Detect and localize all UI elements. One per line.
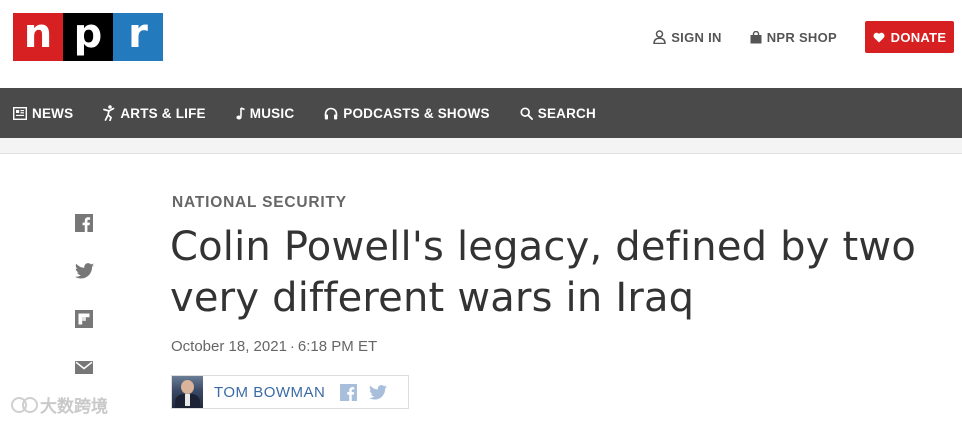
logo-letter-p: p: [63, 13, 113, 61]
nav-item-search[interactable]: SEARCH: [520, 106, 596, 121]
article-headline: Colin Powell's legacy, defined by two ve…: [170, 224, 916, 321]
donate-label: DONATE: [890, 29, 947, 45]
facebook-icon: [75, 214, 93, 232]
nav-label-arts-life: ARTS & LIFE: [120, 105, 206, 121]
header-actions: SIGN IN NPR SHOP DONATE: [653, 21, 954, 53]
dateline: October 18, 2021 · 6:18 PM ET: [171, 338, 377, 355]
watermark-text: 大数跨境: [40, 397, 108, 416]
heart-icon: [873, 32, 885, 42]
share-tools: [74, 213, 94, 405]
headphones-icon: [324, 107, 338, 119]
npr-shop-link[interactable]: NPR SHOP: [750, 30, 837, 45]
publish-time: 6:18 PM ET: [297, 338, 378, 355]
nav-label-music: MUSIC: [249, 105, 295, 121]
user-icon: [653, 30, 666, 44]
music-note-icon: [236, 106, 245, 119]
share-twitter-button[interactable]: [74, 261, 94, 281]
npr-logo[interactable]: n p r: [13, 13, 163, 61]
nav-label-news: NEWS: [32, 105, 74, 121]
author-avatar[interactable]: [172, 376, 203, 408]
nav-item-news[interactable]: NEWS: [13, 106, 73, 121]
email-icon: [75, 360, 93, 374]
top-header: n p r SIGN IN NPR SHOP DONATE: [0, 0, 962, 88]
arts-life-icon: [103, 105, 115, 121]
dateline-separator: ·: [289, 338, 295, 355]
author-name[interactable]: TOM BOWMAN: [214, 384, 325, 401]
author-social-links: [339, 383, 399, 401]
section-label[interactable]: NATIONAL SECURITY: [172, 194, 347, 212]
sign-in-label: SIGN IN: [671, 29, 722, 45]
publish-date: October 18, 2021: [171, 338, 287, 355]
shopping-bag-icon: [750, 30, 762, 43]
news-icon: [13, 106, 27, 120]
share-flipboard-button[interactable]: [74, 309, 94, 329]
nav-item-podcasts-shows[interactable]: PODCASTS & SHOWS: [324, 105, 490, 121]
byline: TOM BOWMAN: [171, 375, 409, 409]
nav-item-music[interactable]: MUSIC: [236, 106, 295, 121]
nav-item-arts-life[interactable]: ARTS & LIFE: [103, 105, 206, 121]
share-email-button[interactable]: [74, 357, 94, 377]
author-twitter-link[interactable]: [369, 383, 388, 401]
npr-shop-label: NPR SHOP: [766, 29, 837, 45]
watermark: 大数跨境: [10, 392, 108, 417]
logo-letter-r: r: [113, 13, 163, 61]
watermark-logo-icon: [11, 396, 38, 413]
flipboard-icon: [75, 310, 93, 328]
facebook-icon: [339, 383, 357, 401]
main-nav: NEWS ARTS & LIFE MUSIC PODCASTS & SHOWS …: [0, 88, 962, 138]
sign-in-link[interactable]: SIGN IN: [653, 30, 722, 45]
nav-sub-strip: [0, 138, 962, 154]
twitter-icon: [369, 384, 388, 400]
search-icon: [520, 106, 533, 120]
nav-label-podcasts-shows: PODCASTS & SHOWS: [343, 105, 490, 121]
logo-letter-n: n: [13, 13, 63, 61]
twitter-icon: [74, 263, 94, 279]
author-facebook-link[interactable]: [339, 383, 357, 401]
nav-label-search: SEARCH: [537, 105, 596, 121]
donate-button[interactable]: DONATE: [865, 21, 954, 53]
share-facebook-button[interactable]: [74, 213, 94, 233]
